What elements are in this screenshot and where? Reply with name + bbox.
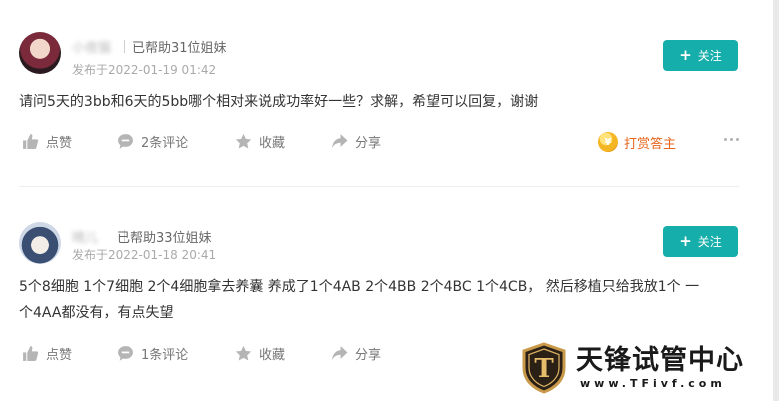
plus-icon: +: [679, 232, 692, 250]
helped-count: 已帮助33位姐妹: [117, 231, 212, 246]
favorite-button[interactable]: 收藏: [235, 344, 285, 363]
share-arrow-icon: [332, 346, 348, 360]
comment-button[interactable]: 1条评论: [117, 344, 188, 363]
coin-icon: ¥: [598, 132, 618, 152]
action-bar: 点赞 2条评论 收藏 分享 ¥ 打赏答主: [19, 132, 739, 152]
share-button[interactable]: 分享: [331, 132, 381, 151]
star-icon: [235, 133, 252, 149]
comment-label: 2条评论: [141, 136, 189, 151]
more-icon[interactable]: [724, 138, 739, 141]
thumbs-up-icon: [23, 346, 39, 361]
content-line: 5个8细胞 1个7细胞 2个4细胞拿去养囊 养成了1个4AB 2个4BB 2个4…: [19, 279, 700, 295]
watermark: T 天锋试管中心 www.TFivf.com: [520, 338, 770, 398]
favorite-button[interactable]: 收藏: [235, 132, 285, 151]
share-button[interactable]: 分享: [331, 344, 381, 363]
comment-icon: [118, 346, 133, 361]
post-content: 请问5天的3bb和6天的5bb哪个相对来说成功率好一些？求解，希望可以回复，谢谢: [19, 94, 539, 110]
svg-text:T: T: [534, 354, 554, 384]
post-time: 发布于2022-01-18 20:41: [72, 248, 217, 262]
like-button[interactable]: 点赞: [22, 344, 72, 363]
user-name[interactable]: 晴儿: [72, 227, 98, 246]
share-label: 分享: [355, 136, 382, 151]
comment-icon: [118, 134, 133, 149]
avatar[interactable]: [19, 222, 61, 264]
like-button[interactable]: 点赞: [22, 132, 72, 151]
favorite-label: 收藏: [259, 348, 286, 363]
share-arrow-icon: [332, 134, 348, 148]
share-label: 分享: [355, 348, 382, 363]
thumbs-up-icon: [23, 134, 39, 149]
favorite-label: 收藏: [259, 136, 286, 151]
watermark-url: www.TFivf.com: [580, 377, 726, 390]
shield-logo-icon: T: [522, 342, 566, 394]
reward-button[interactable]: ¥ 打赏答主: [598, 132, 676, 152]
card-divider: [19, 186, 739, 187]
scrollbar[interactable]: [773, 0, 779, 401]
helped-count: 已帮助31位姐妹: [132, 41, 227, 56]
comment-button[interactable]: 2条评论: [117, 132, 188, 151]
like-label: 点赞: [46, 348, 73, 363]
avatar[interactable]: [19, 32, 61, 74]
watermark-title: 天锋试管中心: [576, 345, 744, 376]
post-content: 5个8细胞 1个7细胞 2个4细胞拿去养囊 养成了1个4AB 2个4BB 2个4…: [19, 274, 739, 326]
star-icon: [235, 345, 252, 361]
divider: [124, 40, 125, 53]
content-line: 个4AA都没有，有点失望: [19, 305, 174, 321]
comment-label: 1条评论: [141, 348, 189, 363]
reward-label: 打赏答主: [624, 136, 677, 152]
user-name[interactable]: 小夜猫: [72, 37, 111, 56]
follow-label: 关注: [697, 235, 722, 249]
follow-label: 关注: [697, 49, 722, 63]
plus-icon: +: [679, 46, 692, 64]
follow-button[interactable]: + 关注: [663, 40, 738, 71]
like-label: 点赞: [46, 136, 73, 151]
follow-button[interactable]: + 关注: [663, 226, 738, 257]
post-time: 发布于2022-01-19 01:42: [72, 63, 217, 77]
